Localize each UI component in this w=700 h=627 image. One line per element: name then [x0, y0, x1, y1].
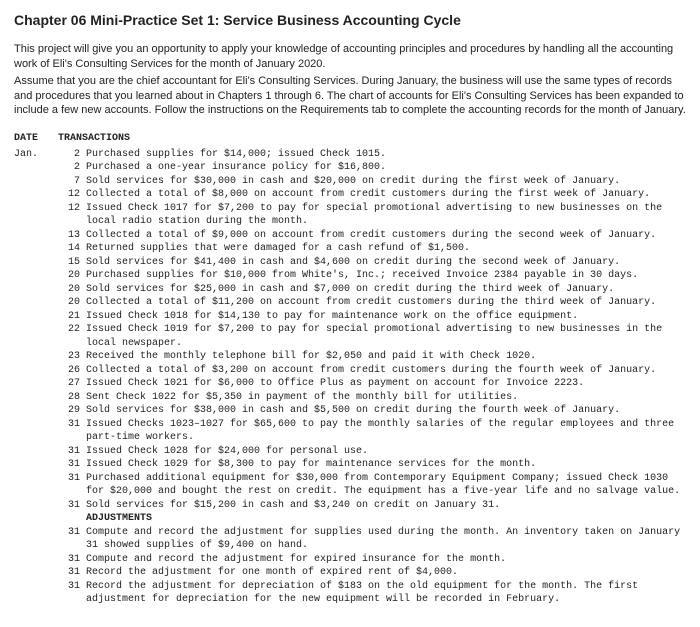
day-cell: 7: [58, 175, 82, 189]
transaction-text: Sold services for $30,000 in cash and $2…: [82, 175, 686, 189]
ledger-row: 7Sold services for $30,000 in cash and $…: [14, 175, 686, 189]
day-cell: 31: [58, 580, 82, 594]
ledger-row: 28Sent Check 1022 for $5,350 in payment …: [14, 391, 686, 405]
transaction-text: Issued Check 1029 for $8,300 to pay for …: [82, 458, 686, 472]
ledger-row: 15Sold services for $41,400 in cash and …: [14, 256, 686, 270]
adjustment-entries: 31Compute and record the adjustment for …: [14, 526, 686, 607]
day-cell: 31: [58, 566, 82, 580]
transaction-text: Record the adjustment for one month of e…: [82, 566, 686, 580]
day-cell: 31: [58, 526, 82, 540]
transaction-text: Purchased a one-year insurance policy fo…: [82, 161, 686, 175]
transactions-header: TRANSACTIONS: [58, 132, 686, 146]
ledger-row: 31Compute and record the adjustment for …: [14, 553, 686, 567]
day-cell: 2: [58, 161, 82, 175]
day-cell: 31: [58, 472, 82, 486]
day-cell: 28: [58, 391, 82, 405]
transaction-text: Issued Check 1017 for $7,200 to pay for …: [82, 202, 686, 229]
day-cell: 12: [58, 202, 82, 216]
ledger-row: 2Purchased a one-year insurance policy f…: [14, 161, 686, 175]
day-cell: 22: [58, 323, 82, 337]
day-cell: 27: [58, 377, 82, 391]
day-cell: 2: [58, 148, 82, 162]
transaction-text: Collected a total of $11,200 on account …: [82, 296, 686, 310]
transaction-text: Issued Check 1028 for $24,000 for person…: [82, 445, 686, 459]
day-cell: 31: [58, 458, 82, 472]
day-cell: 31: [58, 499, 82, 513]
ledger-row: 31Sold services for $15,200 in cash and …: [14, 499, 686, 513]
ledger-row: 23Received the monthly telephone bill fo…: [14, 350, 686, 364]
ledger-row: 20Sold services for $25,000 in cash and …: [14, 283, 686, 297]
transaction-text: Purchased supplies for $14,000; issued C…: [82, 148, 686, 162]
day-cell: 29: [58, 404, 82, 418]
ledger-header-row: DATE TRANSACTIONS: [14, 132, 686, 146]
date-header: DATE: [14, 132, 58, 146]
transaction-text: Collected a total of $9,000 on account f…: [82, 229, 686, 243]
transactions-ledger: DATE TRANSACTIONS Jan.2Purchased supplie…: [14, 132, 686, 607]
ledger-row: 31Issued Check 1029 for $8,300 to pay fo…: [14, 458, 686, 472]
day-cell: 14: [58, 242, 82, 256]
day-cell: 21: [58, 310, 82, 324]
ledger-row: 31Issued Check 1028 for $24,000 for pers…: [14, 445, 686, 459]
transaction-text: Purchased additional equipment for $30,0…: [82, 472, 686, 499]
ledger-row: 21Issued Check 1018 for $14,130 to pay f…: [14, 310, 686, 324]
intro-paragraph-1: This project will give you an opportunit…: [14, 42, 686, 72]
chapter-title: Chapter 06 Mini-Practice Set 1: Service …: [14, 12, 686, 28]
transaction-text: Compute and record the adjustment for ex…: [82, 553, 686, 567]
day-cell: 23: [58, 350, 82, 364]
transaction-text: Issued Check 1021 for $6,000 to Office P…: [82, 377, 686, 391]
transaction-text: Sent Check 1022 for $5,350 in payment of…: [82, 391, 686, 405]
adjustments-subheader-row: ADJUSTMENTS: [14, 512, 686, 526]
ledger-row: Jan.2Purchased supplies for $14,000; iss…: [14, 148, 686, 162]
transaction-text: Issued Check 1018 for $14,130 to pay for…: [82, 310, 686, 324]
transaction-text: Collected a total of $8,000 on account f…: [82, 188, 686, 202]
ledger-row: 31Compute and record the adjustment for …: [14, 526, 686, 553]
transaction-text: Sold services for $38,000 in cash and $5…: [82, 404, 686, 418]
transaction-text: Issued Check 1019 for $7,200 to pay for …: [82, 323, 686, 350]
day-cell: 20: [58, 296, 82, 310]
ledger-row: 22Issued Check 1019 for $7,200 to pay fo…: [14, 323, 686, 350]
ledger-row: 31Issued Checks 1023–1027 for $65,600 to…: [14, 418, 686, 445]
transaction-text: Collected a total of $3,200 on account f…: [82, 364, 686, 378]
ledger-row: 27Issued Check 1021 for $6,000 to Office…: [14, 377, 686, 391]
day-cell: 31: [58, 553, 82, 567]
ledger-row: 31Purchased additional equipment for $30…: [14, 472, 686, 499]
day-cell: 15: [58, 256, 82, 270]
day-cell: 26: [58, 364, 82, 378]
transaction-text: Sold services for $25,000 in cash and $7…: [82, 283, 686, 297]
intro-paragraph-2: Assume that you are the chief accountant…: [14, 74, 686, 119]
transaction-text: Record the adjustment for depreciation o…: [82, 580, 686, 607]
day-cell: 20: [58, 269, 82, 283]
day-cell: 20: [58, 283, 82, 297]
transaction-entries: Jan.2Purchased supplies for $14,000; iss…: [14, 148, 686, 513]
day-cell: 13: [58, 229, 82, 243]
day-cell: 12: [58, 188, 82, 202]
transaction-text: Purchased supplies for $10,000 from Whit…: [82, 269, 686, 283]
ledger-row: 29Sold services for $38,000 in cash and …: [14, 404, 686, 418]
day-cell: 31: [58, 445, 82, 459]
day-cell: 31: [58, 418, 82, 432]
ledger-row: 12Collected a total of $8,000 on account…: [14, 188, 686, 202]
ledger-row: 26Collected a total of $3,200 on account…: [14, 364, 686, 378]
ledger-row: 13Collected a total of $9,000 on account…: [14, 229, 686, 243]
transaction-text: Issued Checks 1023–1027 for $65,600 to p…: [82, 418, 686, 445]
month-cell: Jan.: [14, 148, 58, 162]
ledger-row: 14Returned supplies that were damaged fo…: [14, 242, 686, 256]
adjustments-header: ADJUSTMENTS: [82, 512, 686, 526]
ledger-row: 31Record the adjustment for one month of…: [14, 566, 686, 580]
transaction-text: Received the monthly telephone bill for …: [82, 350, 686, 364]
intro-block: This project will give you an opportunit…: [14, 42, 686, 118]
ledger-row: 12Issued Check 1017 for $7,200 to pay fo…: [14, 202, 686, 229]
document-page: Chapter 06 Mini-Practice Set 1: Service …: [0, 0, 700, 627]
transaction-text: Returned supplies that were damaged for …: [82, 242, 686, 256]
transaction-text: Sold services for $41,400 in cash and $4…: [82, 256, 686, 270]
ledger-row: 20Purchased supplies for $10,000 from Wh…: [14, 269, 686, 283]
transaction-text: Compute and record the adjustment for su…: [82, 526, 686, 553]
ledger-row: 31Record the adjustment for depreciation…: [14, 580, 686, 607]
transaction-text: Sold services for $15,200 in cash and $3…: [82, 499, 686, 513]
ledger-row: 20Collected a total of $11,200 on accoun…: [14, 296, 686, 310]
